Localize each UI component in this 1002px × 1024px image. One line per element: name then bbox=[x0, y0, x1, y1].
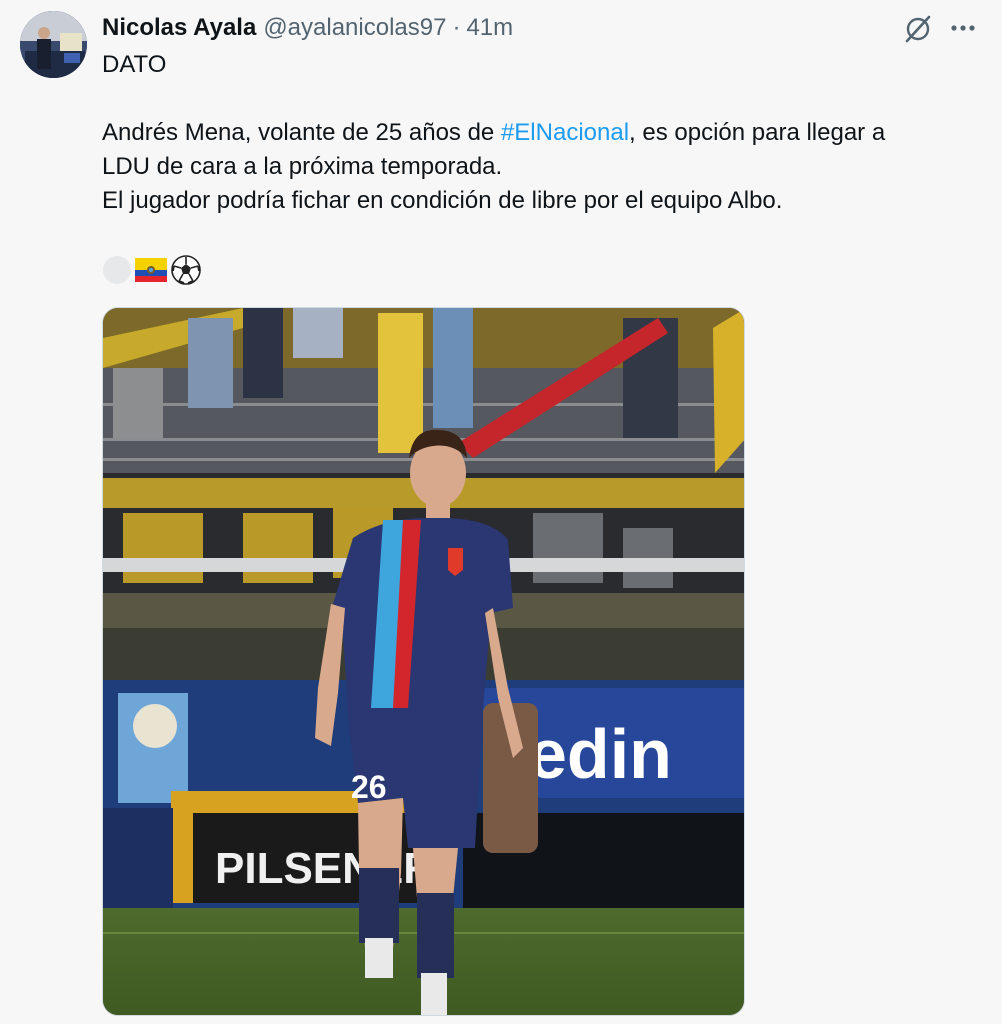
hashtag-link[interactable]: #ElNacional bbox=[501, 119, 629, 146]
tweet[interactable]: Nicolas Ayala @ayalanicolas97 · 41m DATO… bbox=[0, 0, 1002, 1024]
white-circle-icon bbox=[103, 256, 131, 284]
tweet-header: Nicolas Ayala @ayalanicolas97 · 41m bbox=[102, 13, 513, 43]
grok-icon[interactable] bbox=[903, 14, 933, 44]
tweet-photo[interactable]: edin PILSENER 26 bbox=[102, 307, 745, 1016]
author-handle[interactable]: @ayalanicolas97 bbox=[263, 14, 446, 42]
tweet-text: DATO Andrés Mena, volante de 25 años de … bbox=[102, 48, 982, 218]
more-options-icon[interactable] bbox=[948, 16, 978, 40]
avatar[interactable] bbox=[20, 11, 87, 78]
tweet-heading: DATO bbox=[102, 51, 167, 78]
line1-end: , es opción para llegar a bbox=[629, 119, 886, 146]
banner-text: PILSENER bbox=[215, 844, 435, 893]
tweet-line-2: LDU de cara a la próxima temporada. bbox=[102, 153, 503, 180]
timestamp[interactable]: 41m bbox=[466, 14, 513, 42]
line1-start: Andrés Mena, volante de 25 años de bbox=[102, 119, 501, 146]
jersey-number: 26 bbox=[351, 769, 387, 805]
tweet-line-3: El jugador podría fichar en condición de… bbox=[102, 187, 783, 214]
soccer-ball-icon bbox=[171, 255, 201, 285]
tweet-line-1: Andrés Mena, volante de 25 años de #ElNa… bbox=[102, 116, 982, 150]
separator-dot: · bbox=[452, 14, 461, 41]
ecuador-flag-icon bbox=[135, 258, 167, 282]
author-name[interactable]: Nicolas Ayala bbox=[102, 14, 256, 42]
ad-board-text: edin bbox=[528, 715, 672, 793]
emoji-row bbox=[102, 253, 202, 287]
